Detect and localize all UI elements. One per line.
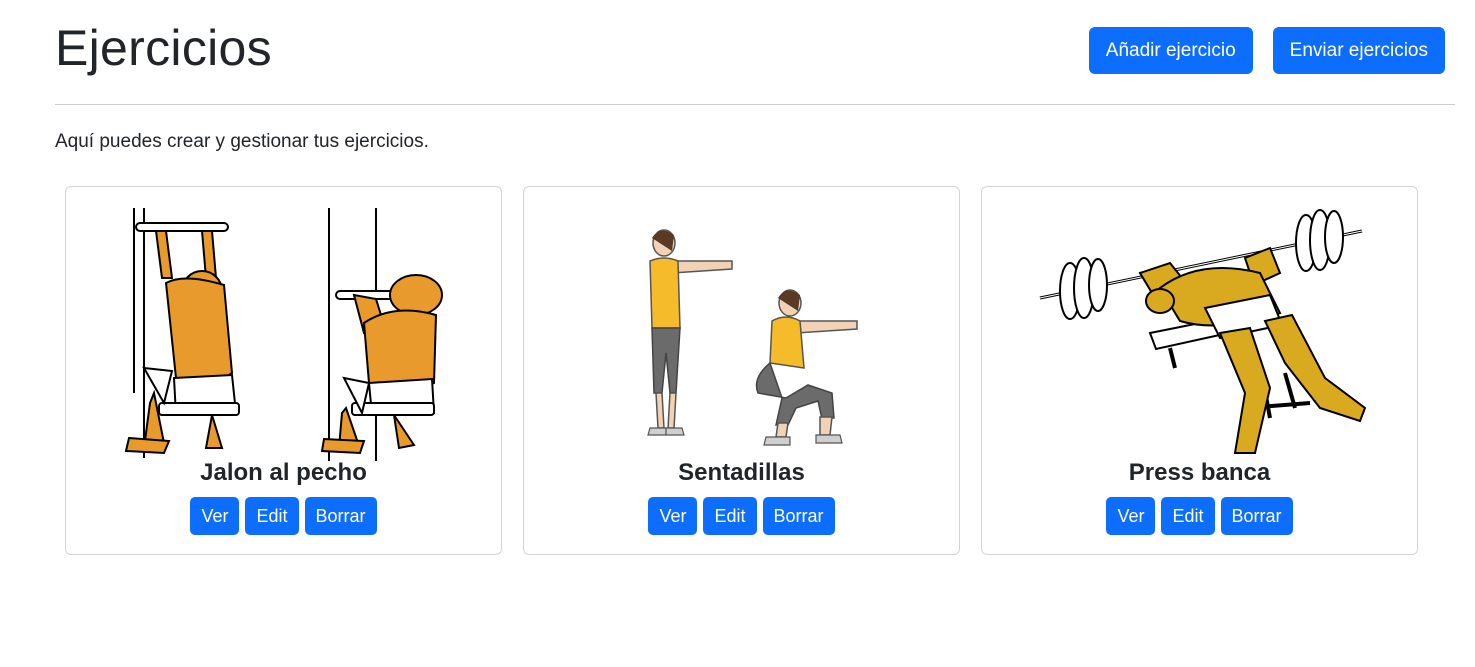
exercise-title: Jalon al pecho (200, 459, 367, 486)
page-title: Ejercicios (55, 20, 272, 76)
card-actions: Ver Edit Borrar (524, 497, 959, 535)
delete-button[interactable]: Borrar (762, 497, 835, 535)
bench-press-illustration (1039, 209, 1366, 454)
intro-text: Aquí puedes crear y gestionar tus ejerci… (55, 131, 429, 152)
card-actions: Ver Edit Borrar (982, 497, 1417, 535)
squat-illustration (646, 229, 858, 446)
view-button[interactable]: Ver (648, 497, 698, 535)
add-exercise-button[interactable]: Añadir ejercicio (1088, 27, 1253, 74)
view-button[interactable]: Ver (190, 497, 240, 535)
delete-button[interactable]: Borrar (1220, 497, 1293, 535)
exercise-card-list: Jalon al pecho Ver Edit Borrar Sentadill… (65, 186, 1418, 555)
exercise-card: Jalon al pecho Ver Edit Borrar (65, 186, 502, 555)
lat-pulldown-illustration (124, 208, 443, 461)
header-actions: Añadir ejercicio Enviar ejercicios (1088, 27, 1445, 74)
exercise-title: Sentadillas (678, 459, 805, 486)
header-divider (55, 104, 1455, 105)
exercise-card: Sentadillas Ver Edit Borrar (523, 186, 960, 555)
edit-button[interactable]: Edit (245, 497, 299, 535)
delete-button[interactable]: Borrar (304, 497, 377, 535)
exercises-page: Ejercicios Añadir ejercicio Enviar ejerc… (0, 0, 1475, 667)
send-exercises-button[interactable]: Enviar ejercicios (1272, 27, 1445, 74)
view-button[interactable]: Ver (1106, 497, 1156, 535)
edit-button[interactable]: Edit (703, 497, 757, 535)
card-actions: Ver Edit Borrar (66, 497, 501, 535)
edit-button[interactable]: Edit (1161, 497, 1215, 535)
exercise-card: Press banca Ver Edit Borrar (981, 186, 1418, 555)
page-header: Ejercicios Añadir ejercicio Enviar ejerc… (55, 18, 1455, 88)
exercise-title: Press banca (1128, 459, 1271, 486)
